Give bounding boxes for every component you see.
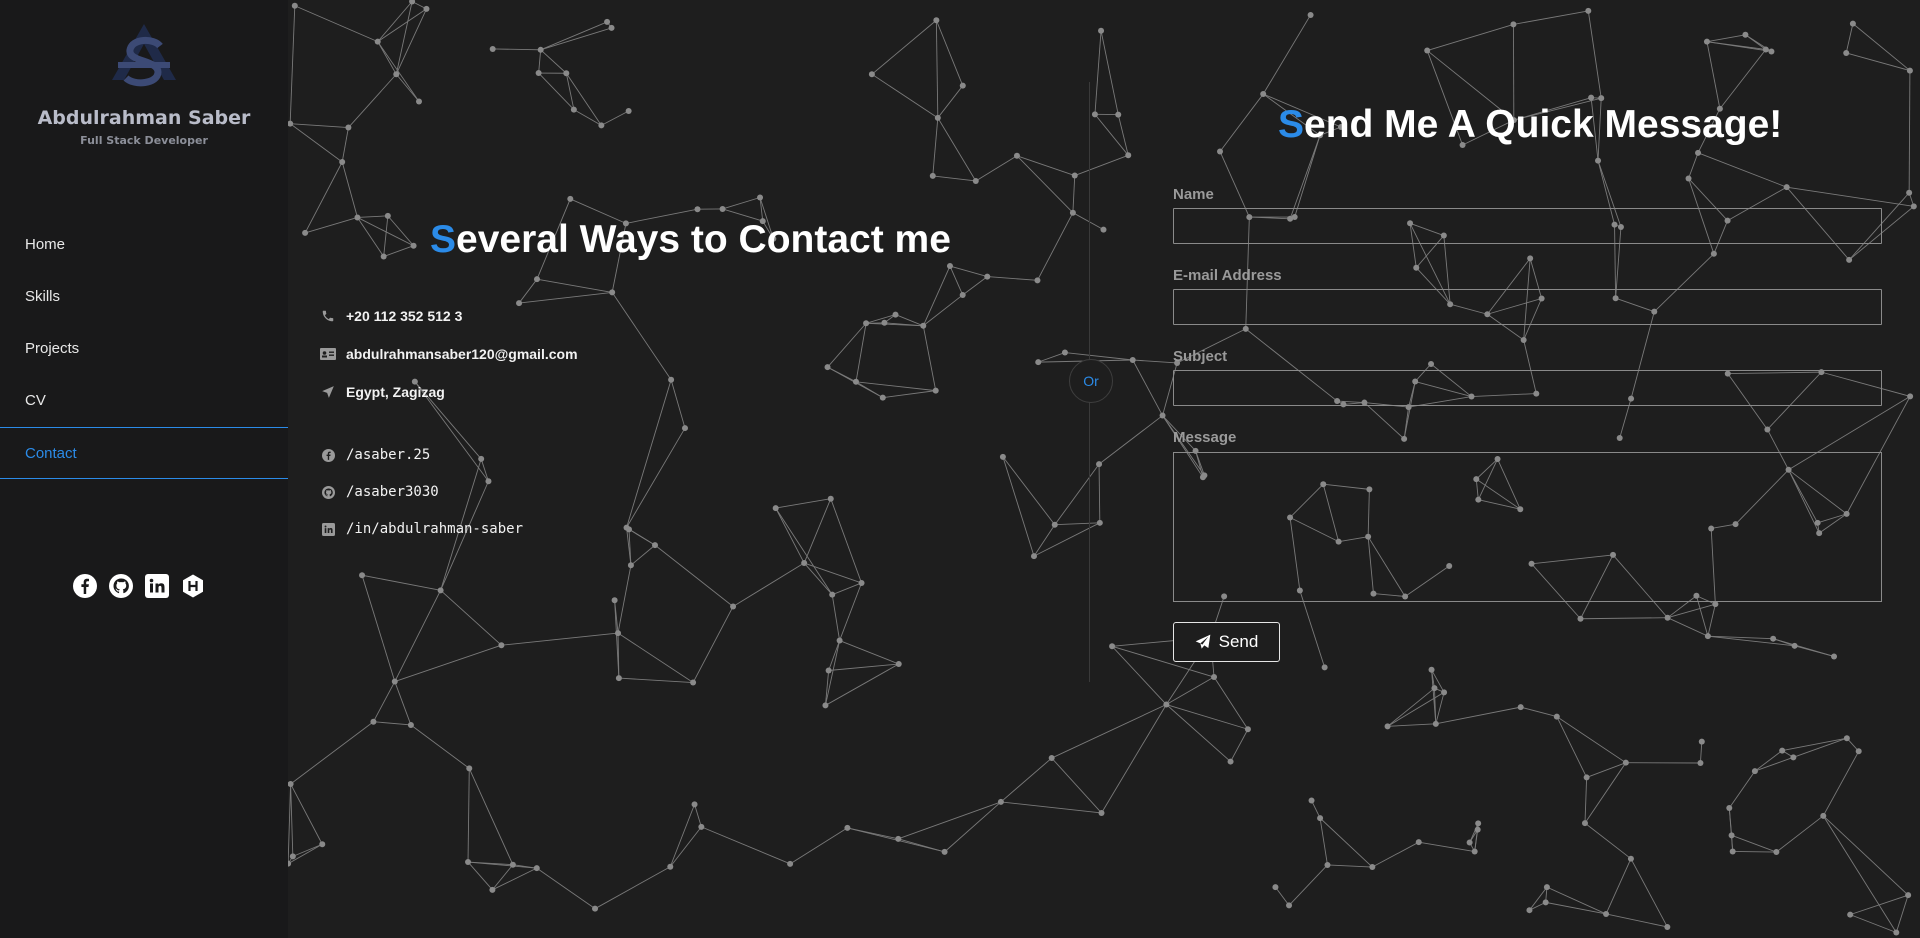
location-row: Egypt, Zagizag	[320, 384, 445, 400]
id-card-icon	[320, 346, 336, 362]
github-icon[interactable]	[108, 573, 134, 599]
hashnode-icon[interactable]	[180, 573, 206, 599]
social-links	[72, 573, 206, 599]
nav-item-skills[interactable]: Skills	[0, 271, 288, 323]
or-badge: Or	[1069, 359, 1113, 403]
subject-input[interactable]	[1173, 370, 1882, 406]
contact-heading: Several Ways to Contact me	[430, 218, 951, 262]
nav-item-home[interactable]: Home	[0, 219, 288, 271]
email-address[interactable]: abdulrahmansaber120@gmail.com	[346, 346, 578, 362]
brand-subtitle: Full Stack Developer	[80, 134, 208, 147]
subject-label: Subject	[1173, 348, 1228, 365]
email-row: abdulrahmansaber120@gmail.com	[320, 346, 578, 362]
app-root: Abdulrahman Saber Full Stack Developer H…	[0, 0, 1920, 938]
phone-number: +20 112 352 512 3	[346, 308, 463, 324]
form-heading-text: end Me A Quick Message!	[1304, 103, 1783, 146]
paper-plane-icon	[1195, 634, 1210, 649]
email-label: E-mail Address	[1173, 267, 1282, 284]
send-button[interactable]: Send	[1173, 622, 1280, 662]
name-input[interactable]	[1173, 208, 1882, 244]
sidebar: Abdulrahman Saber Full Stack Developer H…	[0, 0, 288, 938]
linkedin-icon[interactable]	[144, 573, 170, 599]
name-label: Name	[1173, 186, 1214, 203]
location-text: Egypt, Zagizag	[346, 384, 445, 400]
brand-name: Abdulrahman Saber	[37, 107, 251, 129]
form-heading-initial: S	[1278, 103, 1305, 146]
send-button-label: Send	[1218, 632, 1259, 651]
facebook-icon[interactable]	[72, 573, 98, 599]
phone-icon	[320, 308, 336, 324]
contact-heading-initial: S	[430, 218, 457, 261]
logo	[112, 24, 176, 87]
facebook-handle[interactable]: /asaber.25	[346, 447, 430, 463]
location-arrow-icon	[320, 384, 336, 400]
phone-row: +20 112 352 512 3	[320, 308, 462, 324]
linkedin-small-icon	[320, 521, 336, 537]
form-heading: Send Me A Quick Message!	[1278, 103, 1782, 147]
github-handle[interactable]: /asaber3030	[346, 484, 439, 500]
main-nav: Home Skills Projects CV Contact	[0, 219, 288, 479]
facebook-row: /asaber.25	[320, 447, 430, 463]
contact-heading-text: everal Ways to Contact me	[456, 218, 951, 261]
nav-item-cv[interactable]: CV	[0, 375, 288, 427]
linkedin-handle[interactable]: /in/abdulrahman-saber	[346, 521, 523, 537]
github-row: /asaber3030	[320, 484, 439, 500]
message-textarea[interactable]	[1173, 452, 1882, 602]
email-input[interactable]	[1173, 289, 1882, 325]
message-label: Message	[1173, 429, 1237, 446]
facebook-small-icon	[320, 447, 336, 463]
nav-item-contact[interactable]: Contact	[0, 427, 288, 479]
nav-item-projects[interactable]: Projects	[0, 323, 288, 375]
github-small-icon	[320, 484, 336, 500]
linkedin-row: /in/abdulrahman-saber	[320, 521, 523, 537]
